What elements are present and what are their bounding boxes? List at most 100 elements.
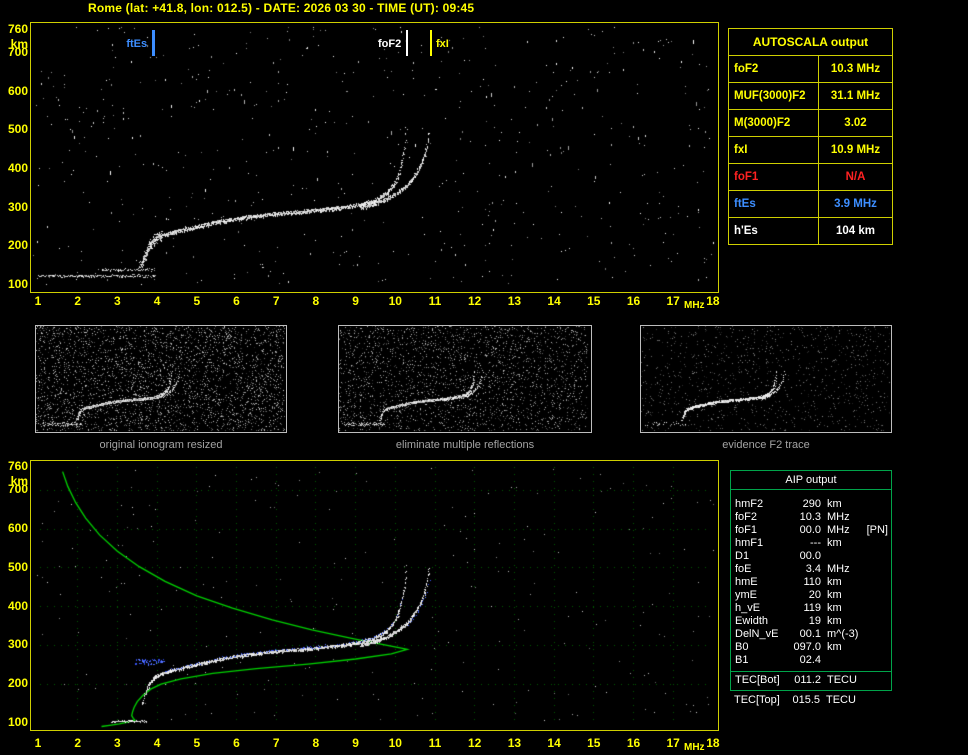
aip-note: [861, 654, 891, 667]
y-axis-unit-label: km: [10, 37, 28, 51]
x-axis-tick-label: 5: [193, 294, 201, 308]
aip-value: 00.1: [799, 628, 821, 640]
aip-param: DelN_vE: [735, 628, 779, 640]
thumbnail-caption-original: original ionogram resized: [99, 439, 223, 451]
aip-note: [861, 498, 891, 511]
aip-tecbot-row: TEC[Bot] 011.2 TECU: [735, 674, 891, 687]
param-label: ftEs: [729, 191, 819, 217]
aip-value: 015.5: [792, 694, 820, 706]
aip-unit: km: [827, 589, 842, 601]
aip-value: 110: [803, 576, 821, 588]
x-axis-tick-label: 4: [153, 736, 161, 750]
aip-unit: km: [827, 615, 842, 627]
x-axis-tick-label: 11: [428, 294, 442, 308]
aip-row: ymE 20 km: [735, 589, 891, 602]
aip-row: hmE 110 km: [735, 576, 891, 589]
autoscala-table: AUTOSCALA output foF2 10.3 MHz MUF(3000)F2…: [728, 28, 893, 245]
aip-param: foF2: [735, 511, 758, 523]
aip-unit: [821, 654, 861, 667]
aip-note: [861, 563, 891, 576]
aip-note: [861, 615, 891, 628]
main-ionogram-canvas: [31, 23, 716, 290]
param-value: 10.3 MHz: [830, 63, 881, 75]
autoscala-row: fxI 10.9 MHz: [729, 137, 892, 164]
aip-note: [861, 641, 891, 654]
x-axis-tick-label: 8: [312, 736, 320, 750]
x-axis-tick-label: 1: [34, 736, 42, 750]
y-axis-tick-label: 500: [7, 122, 28, 137]
station-title: Rome (lat: +41.8, lon: 012.5) - DATE: 20…: [88, 1, 475, 15]
aip-param: h_vE: [735, 602, 761, 614]
x-axis-tick-label: 3: [114, 736, 121, 750]
aip-row: foF1 00.0 MHz [PN]: [735, 524, 891, 537]
aip-value: 20: [808, 589, 821, 601]
y-axis-tick-label: 500: [7, 559, 28, 574]
marker-line-fxi: [430, 30, 433, 56]
thumbnail-no-multiples-canvas: [338, 325, 592, 433]
x-axis-tick-label: 7: [272, 736, 280, 750]
x-axis-tick-label: 12: [468, 294, 482, 308]
param-label: fxI: [729, 137, 819, 163]
aip-row: hmF2 290 km: [735, 498, 891, 511]
aip-note: [861, 589, 891, 602]
aip-note: [861, 550, 891, 563]
aip-param: B1: [735, 654, 749, 666]
aip-row: h_vE 119 km: [735, 602, 891, 615]
x-axis-unit-label: MHz: [684, 742, 705, 753]
x-axis-tick-label: 12: [468, 736, 482, 750]
aip-note: [861, 674, 891, 687]
aip-param: ymE: [735, 589, 757, 601]
aip-value: 097.0: [793, 641, 821, 653]
y-axis-tick-label: 400: [7, 161, 28, 176]
x-axis-tick-label: 4: [153, 294, 161, 308]
x-axis-tick-label: 16: [626, 294, 641, 308]
autoscala-row: M(3000)F2 3.02: [729, 110, 892, 137]
aip-row: Ewidth 19 km: [735, 615, 891, 628]
y-axis-tick-label: 600: [7, 83, 28, 98]
x-axis-tick-label: 6: [233, 294, 240, 308]
profile-ionogram-canvas: [31, 461, 716, 728]
thumbnail-original-canvas: [35, 325, 287, 433]
autoscala-row: h'Es 104 km: [729, 218, 892, 244]
aip-row: B0 097.0 km: [735, 641, 891, 654]
aip-param: TEC[Top]: [734, 694, 780, 706]
aip-param: foF1: [735, 524, 758, 536]
x-axis-tick-label: 16: [626, 736, 641, 750]
y-axis-tick-label: 200: [7, 676, 28, 691]
param-value: 10.9 MHz: [830, 144, 881, 156]
thumbnail-original: original ionogram resized: [35, 325, 287, 451]
x-axis-tick-label: 14: [547, 294, 561, 308]
x-axis-tick-label: 3: [114, 294, 121, 308]
aip-note: [861, 511, 891, 524]
y-axis-tick-label: 100: [7, 715, 28, 729]
y-axis-tick-label: 300: [7, 199, 28, 214]
param-value: N/A: [845, 171, 866, 183]
aip-unit: [821, 550, 861, 563]
x-axis-tick-label: 5: [193, 736, 201, 750]
aip-row: hmF1 --- km: [735, 537, 891, 550]
aip-param: B0: [735, 641, 749, 653]
x-axis-tick-label: 10: [388, 294, 402, 308]
marker-label-ftes: ftEs: [126, 38, 148, 50]
aip-value: 10.3: [799, 511, 821, 523]
aip-tecbot-container: TEC[Bot] 011.2 TECU: [731, 672, 891, 690]
x-axis-tick-label: 13: [507, 294, 522, 308]
x-axis-tick-label: 8: [312, 294, 320, 308]
main-ionogram-plot: [30, 22, 719, 293]
aip-tectop-row: TEC[Top] 015.5 TECU: [734, 694, 894, 707]
y-axis-tick-label: 600: [7, 521, 28, 536]
aip-unit: m^(-3): [827, 628, 859, 640]
marker-line-ftes: [152, 30, 156, 56]
aip-note: [860, 694, 894, 707]
x-axis-tick-label: 10: [388, 736, 402, 750]
x-axis-tick-label: 11: [428, 736, 442, 750]
profile-ionogram-plot: [30, 460, 719, 731]
thumbnail-caption-no-multiples: eliminate multiple reflections: [395, 439, 535, 451]
aip-note: [PN]: [866, 524, 888, 536]
aip-unit: TECU: [827, 674, 857, 686]
aip-unit: km: [827, 576, 842, 588]
autoscala-row: ftEs 3.9 MHz: [729, 191, 892, 218]
param-value: 31.1 MHz: [830, 90, 881, 102]
aip-unit: km: [827, 602, 842, 614]
autoscala-row: foF1 N/A: [729, 164, 892, 191]
